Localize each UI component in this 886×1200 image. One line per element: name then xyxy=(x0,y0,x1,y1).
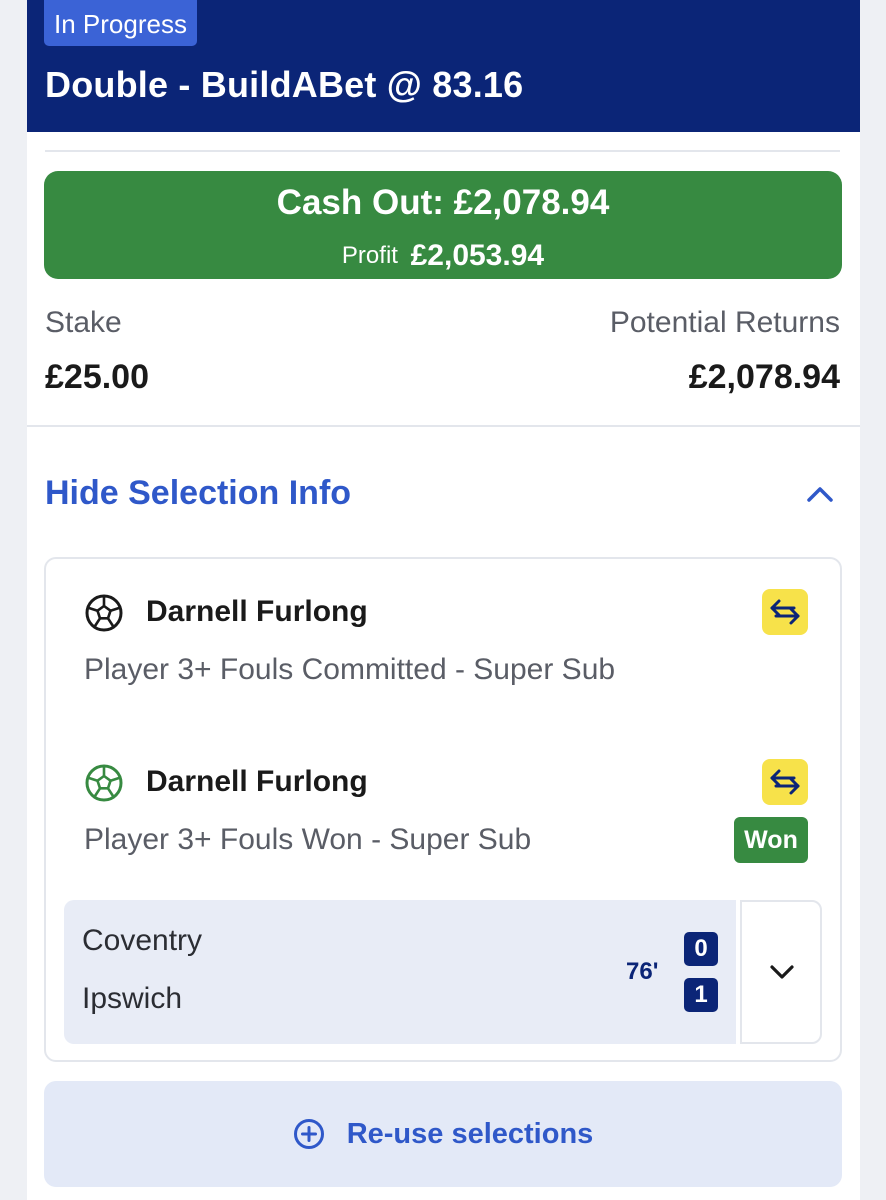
status-badge: In Progress xyxy=(44,0,197,46)
match-scoreboard: Coventry Ipswich 76' 0 1 xyxy=(64,900,822,1044)
super-sub-swap-icon xyxy=(762,589,808,635)
profit-line: Profit £2,053.94 xyxy=(44,239,842,273)
reuse-selections-label: Re-use selections xyxy=(346,1117,594,1150)
potential-returns-value: £2,078.94 xyxy=(688,358,840,396)
profit-value: £2,053.94 xyxy=(410,239,545,272)
stake-value: £25.00 xyxy=(45,358,149,396)
hide-selection-info-toggle[interactable]: Hide Selection Info xyxy=(45,470,840,520)
reuse-selections-content: Re-use selections xyxy=(44,1081,842,1187)
toggle-label: Hide Selection Info xyxy=(45,474,352,512)
home-team-name: Coventry xyxy=(82,924,203,957)
selection-player-name: Darnell Furlong xyxy=(146,765,368,798)
football-icon xyxy=(85,764,123,802)
super-sub-swap-icon xyxy=(762,759,808,805)
chevron-down-icon xyxy=(770,965,794,979)
selection-player-name: Darnell Furlong xyxy=(146,595,368,628)
won-badge: Won xyxy=(734,817,808,863)
plus-circle-icon xyxy=(293,1119,324,1149)
match-clock: 76' xyxy=(626,958,659,985)
away-score: 1 xyxy=(684,978,718,1012)
potential-returns-label: Potential Returns xyxy=(609,306,840,339)
stake-label: Stake xyxy=(45,306,122,339)
football-icon xyxy=(85,594,123,632)
bet-header: In Progress Double - BuildABet @ 83.16 xyxy=(27,0,860,132)
divider xyxy=(45,150,840,152)
cash-out-button[interactable]: Cash Out: £2,078.94 Profit £2,053.94 xyxy=(44,171,842,279)
selection-market: Player 3+ Fouls Committed - Super Sub xyxy=(84,653,616,686)
match-info[interactable]: Coventry Ipswich 76' 0 1 xyxy=(64,900,736,1044)
chevron-up-icon xyxy=(807,487,833,502)
expand-match-button[interactable] xyxy=(740,900,822,1044)
profit-label: Profit xyxy=(341,242,398,269)
bet-title: Double - BuildABet @ 83.16 xyxy=(45,64,524,105)
divider xyxy=(27,425,860,427)
reuse-selections-button[interactable]: Re-use selections xyxy=(44,1081,842,1187)
selections-panel: Darnell Furlong Player 3+ Fouls Committe… xyxy=(44,557,842,1062)
cash-out-label: Cash Out: £2,078.94 xyxy=(276,183,610,222)
away-team-name: Ipswich xyxy=(82,982,183,1015)
home-score: 0 xyxy=(684,932,718,966)
selection-market: Player 3+ Fouls Won - Super Sub xyxy=(84,823,532,856)
